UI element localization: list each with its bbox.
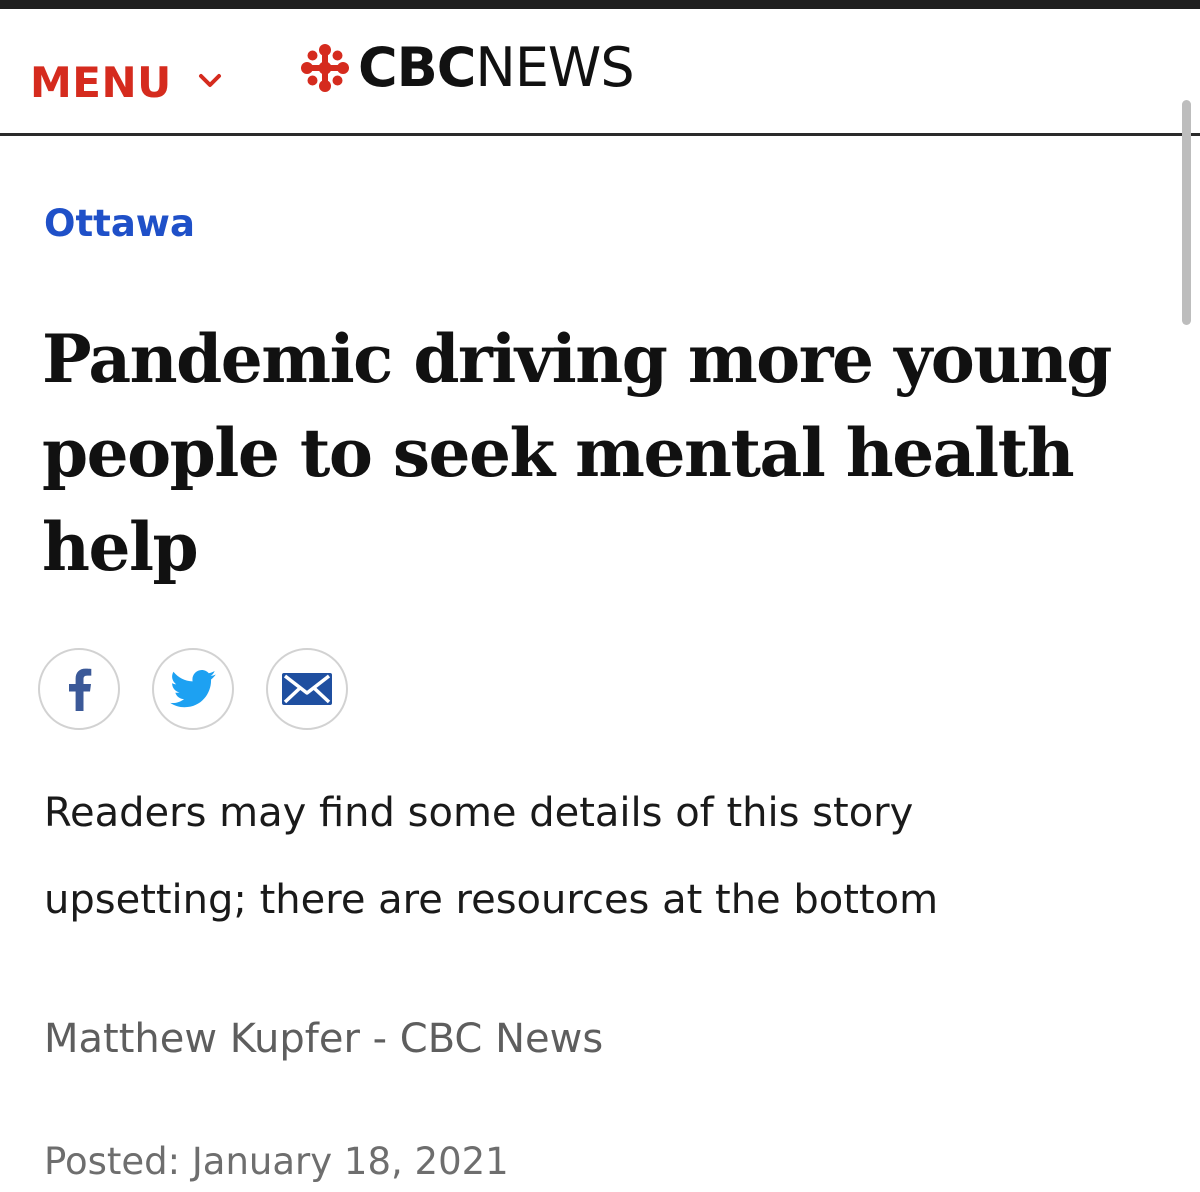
status-strip xyxy=(0,0,1200,9)
twitter-icon xyxy=(170,670,216,708)
facebook-icon xyxy=(69,668,92,711)
posted-date: Posted: January 18, 2021 xyxy=(44,1140,509,1183)
email-share-button[interactable] xyxy=(266,648,348,730)
share-buttons xyxy=(38,648,348,730)
logo-news-text: NEWS xyxy=(475,36,634,99)
twitter-share-button[interactable] xyxy=(152,648,234,730)
header-divider xyxy=(0,133,1200,136)
scrollbar-thumb[interactable] xyxy=(1182,100,1191,325)
cbc-gem-icon xyxy=(301,44,349,92)
logo-wordmark: CBC NEWS xyxy=(358,36,635,99)
facebook-share-button[interactable] xyxy=(38,648,120,730)
section-link[interactable]: Ottawa xyxy=(44,200,195,248)
email-icon xyxy=(282,673,332,705)
menu-button[interactable]: MENU xyxy=(30,58,222,108)
content-warning: Readers may find some details of this st… xyxy=(44,790,939,923)
logo-cbc-text: CBC xyxy=(358,36,476,99)
byline: Matthew Kupfer - CBC News xyxy=(44,1016,604,1062)
menu-label: MENU xyxy=(30,58,172,107)
cbc-news-logo[interactable]: CBC NEWS xyxy=(300,36,635,99)
chevron-down-icon xyxy=(198,74,221,87)
article-headline: Pandemic driving more young people to se… xyxy=(42,320,1112,586)
